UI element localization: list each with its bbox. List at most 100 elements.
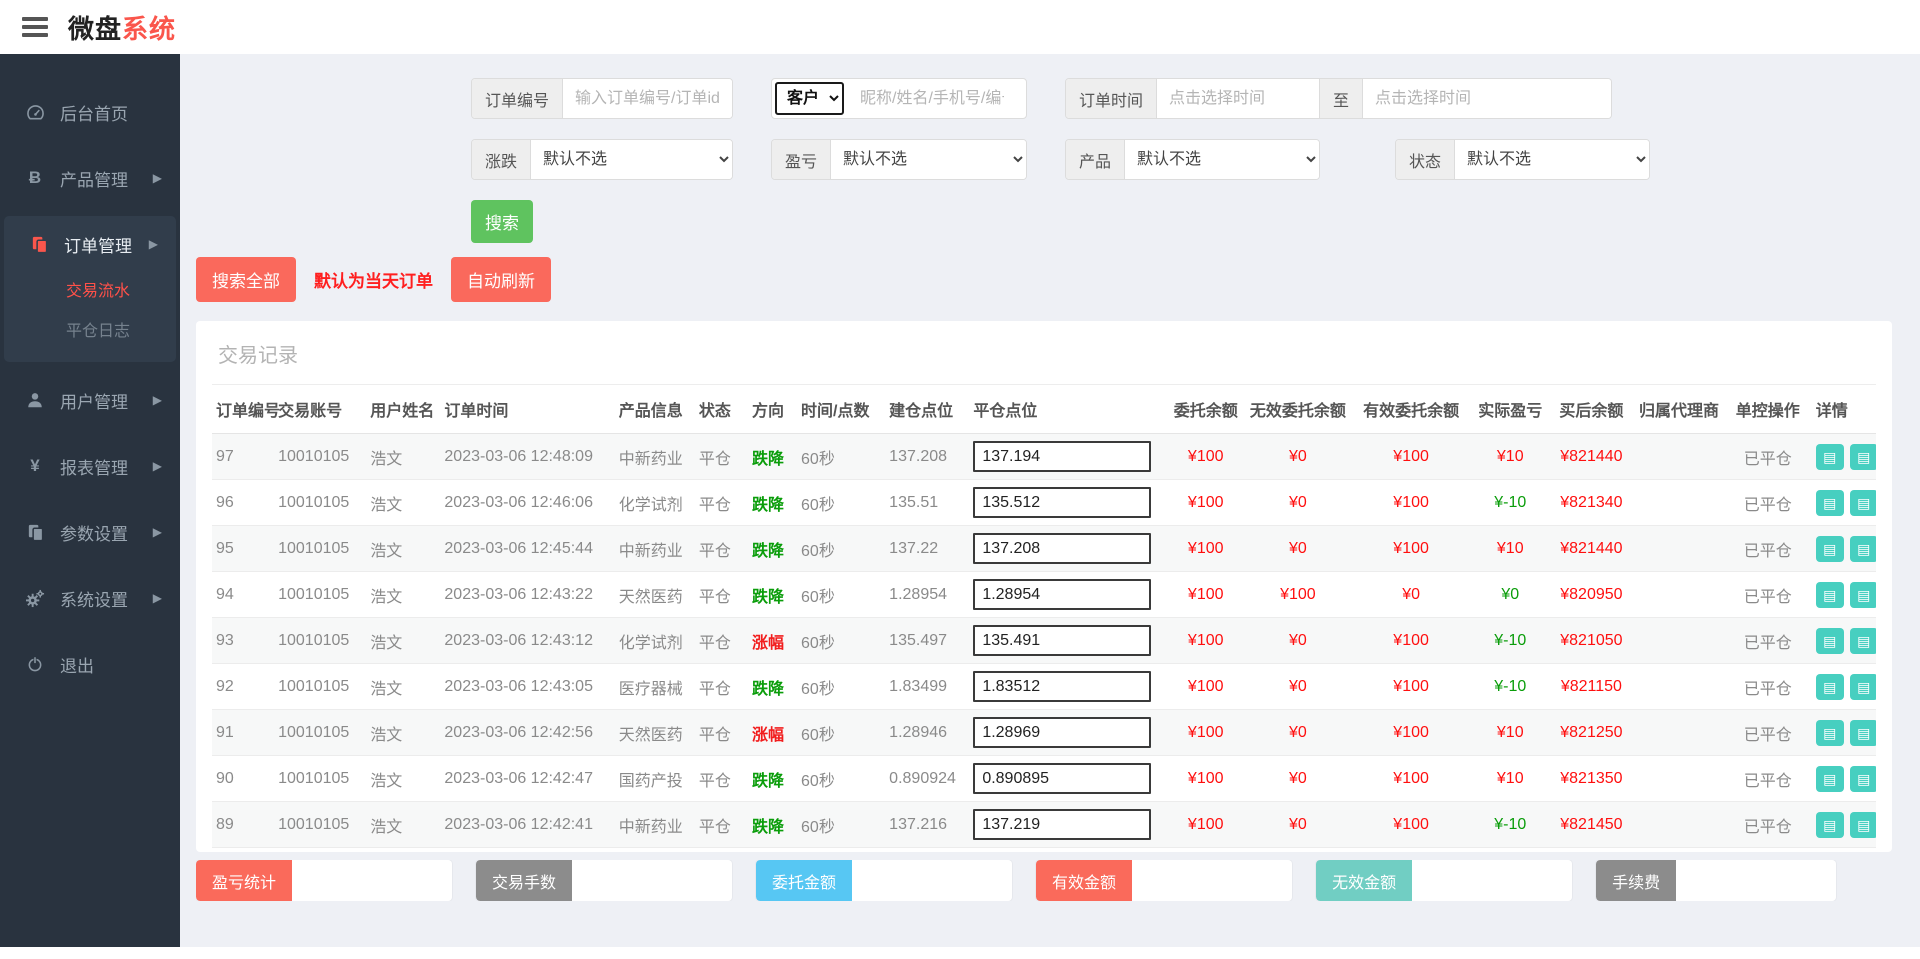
sidebar-item-reports[interactable]: ¥ 报表管理 ▶ <box>0 438 180 494</box>
cell-actual-profit: ¥-10 <box>1472 801 1549 848</box>
cell-valid-entrust: ¥100 <box>1349 663 1473 710</box>
detail-button[interactable]: ▤ <box>1815 489 1844 516</box>
cell-order-time: 2023-03-06 12:43:05 <box>440 663 615 710</box>
detail-button[interactable]: ▤ <box>1815 443 1844 470</box>
time-from-input[interactable] <box>1157 79 1318 118</box>
detail-button[interactable]: ▤ <box>1815 811 1844 838</box>
detail-button[interactable]: ▤ <box>1849 719 1876 746</box>
cell-after-balance: ¥821440 <box>1548 525 1635 572</box>
close-price-input[interactable] <box>973 763 1152 794</box>
cell-open-point: 1.28954 <box>885 571 970 618</box>
cell-order-id: 92 <box>212 663 275 710</box>
status-select[interactable]: 默认不选 <box>1455 140 1649 179</box>
detail-button[interactable]: ▤ <box>1849 765 1876 792</box>
table-row: 96 10010105 浩文 2023-03-06 12:46:06 化学试剂 平仓 跌降 6… <box>212 479 1876 526</box>
customer-input[interactable] <box>848 79 1016 118</box>
cell-period: 60秒 <box>797 433 886 480</box>
cell-entrust-balance: ¥100 <box>1165 433 1246 480</box>
cell-close-point <box>969 755 1166 802</box>
stat-value-input[interactable] <box>572 860 733 901</box>
order-no-input[interactable] <box>563 79 732 118</box>
order-time-group: 订单时间 至 <box>1065 78 1612 119</box>
close-price-input[interactable] <box>973 809 1152 840</box>
auto-refresh-button[interactable]: 自动刷新 <box>451 257 551 302</box>
detail-button[interactable]: ▤ <box>1815 765 1844 792</box>
detail-button[interactable]: ▤ <box>1849 811 1876 838</box>
detail-button[interactable]: ▤ <box>1849 535 1876 562</box>
actions-bar: 搜索全部 默认为当天订单 自动刷新 <box>196 257 1892 302</box>
profit-select[interactable]: 默认不选 <box>831 140 1026 179</box>
cell-order-id: 97 <box>212 433 275 480</box>
product-select[interactable]: 默认不选 <box>1125 140 1319 179</box>
cell-account: 10010105 <box>274 525 367 572</box>
sidebar-item-label: 后台首页 <box>60 104 128 124</box>
close-price-input[interactable] <box>973 579 1152 610</box>
cell-order-id: 90 <box>212 755 275 802</box>
cell-actual-profit: ¥-10 <box>1472 617 1549 664</box>
sidebar-item-products[interactable]: Ƀ 产品管理 ▶ <box>0 150 180 206</box>
sidebar-subitem-close-log[interactable]: 平仓日志 <box>4 312 176 352</box>
status-label: 状态 <box>1396 140 1456 179</box>
cell-after-balance: ¥821340 <box>1548 479 1635 526</box>
cell-actual-profit: ¥10 <box>1472 755 1549 802</box>
column-header: 无效委托余额 <box>1245 384 1350 434</box>
detail-button[interactable]: ▤ <box>1815 535 1844 562</box>
detail-button[interactable]: ▤ <box>1849 489 1876 516</box>
stat-value-input[interactable] <box>852 860 1013 901</box>
stat-value-input[interactable] <box>1132 860 1293 901</box>
column-header: 详情 <box>1811 384 1876 434</box>
cell-detail: ▤ ▤ <box>1811 433 1876 480</box>
column-header: 单控操作 <box>1723 384 1812 434</box>
cell-product: 中新药业 <box>614 525 695 572</box>
sidebar-item-system[interactable]: 系统设置 ▶ <box>0 570 180 626</box>
time-to-input[interactable] <box>1363 79 1611 118</box>
cell-user-name: 浩文 <box>366 571 441 618</box>
detail-button[interactable]: ▤ <box>1815 673 1844 700</box>
menu-toggle-icon[interactable] <box>22 17 48 37</box>
bitcoin-icon: Ƀ <box>28 168 42 187</box>
detail-button[interactable]: ▤ <box>1815 581 1844 608</box>
cell-close-point <box>969 433 1166 480</box>
sidebar-item-params[interactable]: 参数设置 ▶ <box>0 504 180 560</box>
cell-order-time: 2023-03-06 12:46:06 <box>440 479 615 526</box>
close-price-input[interactable] <box>973 441 1152 472</box>
cell-close-point <box>969 479 1166 526</box>
detail-button[interactable]: ▤ <box>1849 627 1876 654</box>
search-button[interactable]: 搜索 <box>471 200 533 243</box>
sidebar-item-logout[interactable]: 退出 <box>0 636 180 692</box>
stat-value-input[interactable] <box>1676 860 1837 901</box>
sidebar-item-dashboard[interactable]: 后台首页 <box>0 84 180 140</box>
close-price-input[interactable] <box>973 533 1152 564</box>
cell-product: 天然医药 <box>614 571 695 618</box>
close-price-input[interactable] <box>973 625 1152 656</box>
detail-button[interactable]: ▤ <box>1849 581 1876 608</box>
search-all-button[interactable]: 搜索全部 <box>196 257 296 302</box>
product-label: 产品 <box>1066 140 1126 179</box>
close-price-input[interactable] <box>973 671 1152 702</box>
chevron-right-icon: ▶ <box>152 525 162 539</box>
cell-user-name: 浩文 <box>366 525 441 572</box>
order-time-label: 订单时间 <box>1066 79 1158 118</box>
stat-value-input[interactable] <box>292 860 453 901</box>
cell-status: 平仓 <box>694 663 748 710</box>
product-group: 产品 默认不选 <box>1065 139 1320 180</box>
detail-button[interactable]: ▤ <box>1849 673 1876 700</box>
cell-period: 60秒 <box>797 801 886 848</box>
updown-select[interactable]: 默认不选 <box>531 140 732 179</box>
close-price-input[interactable] <box>973 487 1152 518</box>
sidebar-item-users[interactable]: 用户管理 ▶ <box>0 372 180 428</box>
sidebar-item-label: 退出 <box>60 656 94 676</box>
detail-button[interactable]: ▤ <box>1815 719 1844 746</box>
cell-control: 已平仓 <box>1723 801 1812 848</box>
cell-control: 已平仓 <box>1723 479 1812 526</box>
detail-button[interactable]: ▤ <box>1849 443 1876 470</box>
close-price-input[interactable] <box>973 717 1152 748</box>
sidebar-subitem-trade-flow[interactable]: 交易流水 <box>4 272 176 312</box>
cell-detail: ▤ ▤ <box>1811 755 1876 802</box>
customer-type-select[interactable]: 客户 <box>775 82 844 115</box>
cell-control: 已平仓 <box>1723 755 1812 802</box>
stat-value-input[interactable] <box>1412 860 1573 901</box>
cell-account: 10010105 <box>274 663 367 710</box>
sidebar-item-orders[interactable]: 订单管理 ▶ <box>4 216 176 272</box>
detail-button[interactable]: ▤ <box>1815 627 1844 654</box>
